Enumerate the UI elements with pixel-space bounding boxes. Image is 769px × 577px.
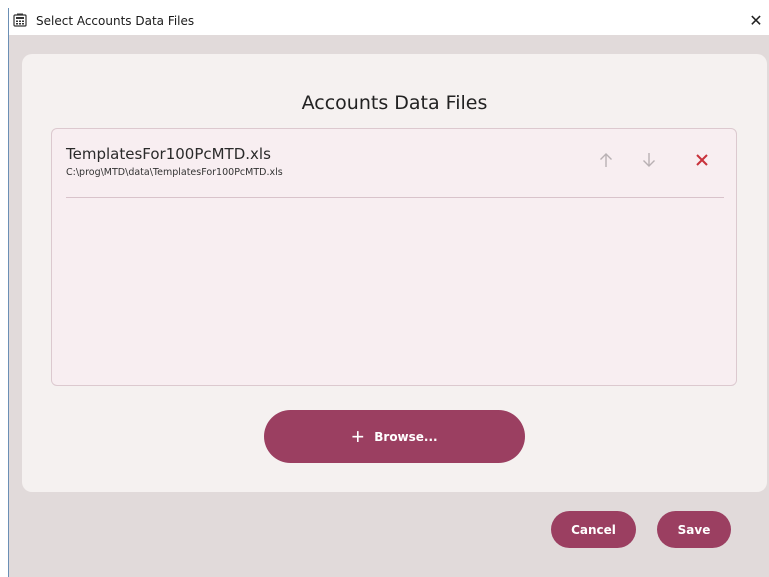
plus-icon: +	[351, 423, 365, 449]
arrow-down-icon	[643, 153, 655, 167]
list-item[interactable]: TemplatesFor100PcMTD.xls C:\prog\MTD\dat…	[66, 143, 724, 198]
file-list: TemplatesFor100PcMTD.xls C:\prog\MTD\dat…	[51, 128, 737, 386]
file-name: TemplatesFor100PcMTD.xls	[66, 145, 271, 163]
title-bar: Select Accounts Data Files ✕	[9, 8, 769, 35]
close-icon	[696, 154, 708, 166]
browse-label: Browse...	[374, 429, 438, 444]
move-up-button[interactable]	[595, 149, 617, 171]
calculator-icon	[13, 13, 27, 27]
browse-button[interactable]: + Browse...	[264, 410, 525, 463]
cancel-button[interactable]: Cancel	[551, 511, 636, 548]
page-title: Accounts Data Files	[301, 92, 488, 114]
save-button[interactable]: Save	[657, 511, 731, 548]
arrow-up-icon	[600, 153, 612, 167]
dialog-window: Select Accounts Data Files ✕ Accounts Da…	[8, 8, 769, 577]
content-card: Accounts Data Files TemplatesFor100PcMTD…	[22, 54, 767, 492]
file-path: C:\prog\MTD\data\TemplatesFor100PcMTD.xl…	[66, 167, 283, 178]
close-button[interactable]: ✕	[745, 10, 767, 32]
remove-file-button[interactable]	[691, 149, 713, 171]
move-down-button[interactable]	[638, 149, 660, 171]
close-icon: ✕	[749, 13, 763, 30]
window-title: Select Accounts Data Files	[36, 14, 195, 28]
